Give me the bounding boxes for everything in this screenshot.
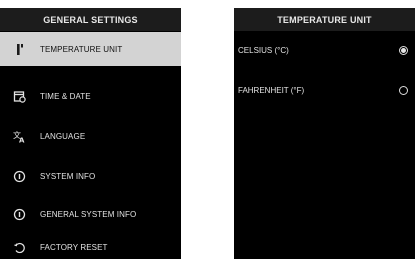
option-label-fahrenheit: FAHRENHEIT (°F)	[238, 85, 305, 95]
menu-label-factory-reset: FACTORY RESET	[40, 242, 108, 252]
temperature-unit-screen: TEMPERATURE UNIT CELSIUS (°C) FAHRENHEIT…	[234, 8, 415, 259]
menu-label-time-date: TIME & DATE	[40, 91, 91, 101]
menu-label-temperature-unit: TEMPERATURE UNIT	[40, 44, 123, 54]
radio-selected-icon[interactable]	[399, 45, 408, 55]
option-label-celsius: CELSIUS (°C)	[238, 45, 289, 55]
info-icon	[13, 208, 26, 221]
menu-item-time-date[interactable]: TIME & DATE	[0, 79, 181, 113]
general-settings-screen: GENERAL SETTINGS TEMPERATURE UNIT TIME &…	[0, 8, 181, 259]
reset-icon	[13, 241, 26, 254]
info-icon	[13, 170, 26, 183]
general-settings-title: GENERAL SETTINGS	[0, 8, 181, 31]
menu-item-factory-reset[interactable]: FACTORY RESET	[0, 230, 181, 259]
menu-label-language: LANGUAGE	[40, 131, 86, 141]
menu-label-system-info: SYSTEM INFO	[40, 171, 96, 181]
svg-text:A: A	[19, 136, 25, 143]
menu-item-system-info[interactable]: SYSTEM INFO	[0, 159, 181, 193]
menu-label-general-system-info: GENERAL SYSTEM INFO	[40, 209, 137, 219]
thermometer-icon	[13, 43, 26, 56]
menu-item-temperature-unit[interactable]: TEMPERATURE UNIT	[0, 32, 181, 66]
option-fahrenheit[interactable]: FAHRENHEIT (°F)	[234, 80, 415, 100]
option-celsius[interactable]: CELSIUS (°C)	[234, 40, 415, 60]
menu-item-general-system-info[interactable]: GENERAL SYSTEM INFO	[0, 197, 181, 231]
radio-unselected-icon[interactable]	[399, 85, 408, 95]
translate-icon: 文A	[13, 130, 26, 143]
temperature-unit-title: TEMPERATURE UNIT	[234, 8, 415, 31]
menu-item-language[interactable]: 文A LANGUAGE	[0, 119, 181, 153]
calendar-clock-icon	[13, 90, 26, 103]
